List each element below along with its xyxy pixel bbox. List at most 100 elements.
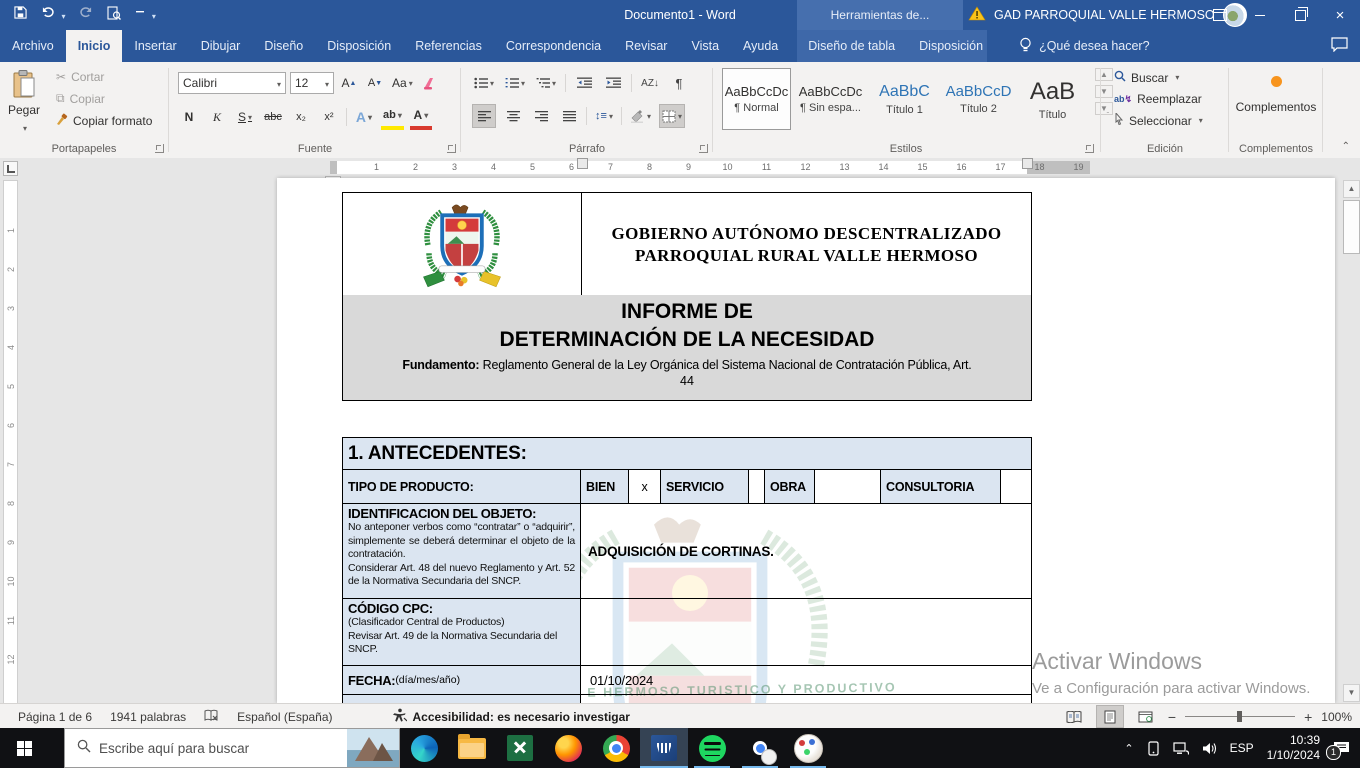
bold-button[interactable]: N: [178, 106, 200, 128]
strikethrough-button[interactable]: abc: [262, 106, 284, 128]
tipo-val-consultoria[interactable]: [1001, 470, 1031, 503]
minimize-button[interactable]: [1240, 0, 1280, 30]
taskbar-search-box[interactable]: Escribe aquí para buscar: [64, 728, 400, 768]
tab-stop-marker[interactable]: [577, 158, 588, 169]
ribbon-display-options-icon[interactable]: [1200, 0, 1240, 30]
vertical-ruler[interactable]: 123456789101112: [3, 180, 18, 703]
clear-format-icon[interactable]: [419, 72, 441, 94]
fecha-value-cell[interactable]: 01/10/2024: [581, 666, 1031, 694]
find-button[interactable]: Buscar: [1114, 70, 1203, 85]
customize-qat-icon[interactable]: [135, 6, 155, 24]
comments-icon[interactable]: [1331, 37, 1348, 55]
taskbar-chrome-profile[interactable]: [736, 728, 784, 768]
style-titulo[interactable]: AaB Título: [1018, 68, 1087, 130]
tab-ayuda[interactable]: Ayuda: [731, 30, 790, 62]
tab-vista[interactable]: Vista: [679, 30, 731, 62]
language-indicator[interactable]: Español (España): [237, 710, 332, 724]
print-layout-icon[interactable]: [1096, 705, 1124, 728]
style-titulo-1[interactable]: AaBbC Título 1: [870, 68, 939, 130]
close-button[interactable]: ×: [1320, 0, 1360, 30]
device-icon[interactable]: [1147, 741, 1160, 756]
tab-insertar[interactable]: Insertar: [122, 30, 188, 62]
taskbar-excel[interactable]: [496, 728, 544, 768]
grow-font-button[interactable]: A▲: [338, 72, 360, 94]
paragraph-dialog-launcher[interactable]: [699, 144, 708, 153]
language-switcher[interactable]: ESP: [1230, 741, 1254, 755]
tab-referencias[interactable]: Referencias: [403, 30, 494, 62]
notification-center-icon[interactable]: 1: [1333, 741, 1350, 756]
paste-button[interactable]: Pegar: [8, 62, 40, 134]
tab-correspondencia[interactable]: Correspondencia: [494, 30, 613, 62]
search-highlight-image[interactable]: [347, 729, 399, 767]
style-normal[interactable]: AaBbCcDc ¶ Normal: [722, 68, 791, 130]
accessibility-status[interactable]: Accesibilidad: es necesario investigar: [413, 710, 630, 724]
zoom-slider-thumb[interactable]: [1237, 711, 1242, 722]
taskbar-spotify[interactable]: [688, 728, 736, 768]
borders-icon[interactable]: [659, 104, 685, 128]
tab-disposicion-tabla[interactable]: Disposición: [907, 30, 995, 62]
shading-icon[interactable]: [628, 105, 653, 127]
scroll-down-button[interactable]: ▼: [1343, 684, 1360, 702]
replace-button[interactable]: ab↯ Reemplazar: [1114, 92, 1203, 106]
taskbar-chrome[interactable]: [592, 728, 640, 768]
undo-icon[interactable]: [41, 6, 65, 24]
tab-archivo[interactable]: Archivo: [0, 30, 66, 62]
decrease-indent-icon[interactable]: [573, 72, 595, 94]
align-left-button[interactable]: [472, 104, 496, 128]
document-page[interactable]: E HERMOSO TURISTICO Y PRODUCTIVO: [277, 178, 1335, 703]
tab-selector[interactable]: [3, 161, 18, 176]
justify-button[interactable]: [558, 105, 580, 127]
style-titulo-2[interactable]: AaBbCcD Título 2: [944, 68, 1013, 130]
subscript-button[interactable]: x₂: [290, 106, 312, 128]
collapse-ribbon-icon[interactable]: ⌃: [1342, 141, 1350, 152]
save-icon[interactable]: [14, 6, 27, 24]
font-name-combo[interactable]: Calibri: [178, 72, 286, 94]
multilevel-list-icon[interactable]: [534, 72, 558, 94]
addins-button[interactable]: Complementos: [1230, 68, 1322, 114]
start-button[interactable]: [0, 728, 48, 768]
tab-revisar[interactable]: Revisar: [613, 30, 679, 62]
tipo-val-obra[interactable]: [815, 470, 881, 503]
style-sin-espaciado[interactable]: AaBbCcDc ¶ Sin espa...: [796, 68, 865, 130]
text-effects-button[interactable]: A: [353, 106, 375, 128]
restore-button[interactable]: [1280, 0, 1320, 30]
tell-me-box[interactable]: ¿Qué desea hacer?: [1009, 30, 1160, 62]
horizontal-ruler[interactable]: 12345678910111213141516171819: [330, 161, 1090, 174]
scrollbar-thumb[interactable]: [1343, 200, 1360, 254]
tab-diseno-de-tabla[interactable]: Diseño de tabla: [796, 30, 907, 62]
change-case-button[interactable]: Aa: [390, 72, 415, 94]
align-center-button[interactable]: [502, 105, 524, 127]
taskbar-word[interactable]: [640, 728, 688, 768]
scroll-up-button[interactable]: ▲: [1343, 180, 1360, 198]
shrink-font-button[interactable]: A▼: [364, 72, 386, 94]
tipo-val-bien[interactable]: x: [629, 470, 661, 503]
web-layout-icon[interactable]: [1133, 706, 1159, 727]
format-painter-button[interactable]: Copiar formato: [56, 113, 152, 128]
clipboard-dialog-launcher[interactable]: [155, 144, 164, 153]
read-mode-icon[interactable]: [1061, 706, 1087, 727]
tab-disposicion[interactable]: Disposición: [315, 30, 403, 62]
print-preview-icon[interactable]: [107, 6, 121, 25]
tipo-val-servicio[interactable]: [749, 470, 765, 503]
bullet-list-icon[interactable]: [472, 72, 496, 94]
taskbar-paint[interactable]: [784, 728, 832, 768]
styles-dialog-launcher[interactable]: [1085, 144, 1094, 153]
pilcrow-icon[interactable]: ¶: [668, 72, 690, 94]
sort-icon[interactable]: AZ↓: [639, 72, 661, 94]
underline-button[interactable]: S: [234, 106, 256, 128]
increase-indent-icon[interactable]: [602, 72, 624, 94]
tab-dibujar[interactable]: Dibujar: [189, 30, 253, 62]
cpc-value-cell[interactable]: [581, 599, 1031, 665]
proofing-icon[interactable]: [204, 709, 219, 725]
identificacion-value-cell[interactable]: ADQUISICIÓN DE CORTINAS.: [581, 504, 1031, 598]
taskbar-edge[interactable]: [400, 728, 448, 768]
page-indicator[interactable]: Página 1 de 6: [18, 710, 92, 724]
right-indent-marker[interactable]: [1022, 158, 1033, 169]
tab-diseno[interactable]: Diseño: [252, 30, 315, 62]
tab-inicio[interactable]: Inicio: [66, 30, 123, 62]
align-right-button[interactable]: [530, 105, 552, 127]
zoom-in-button[interactable]: +: [1304, 709, 1312, 725]
word-count[interactable]: 1941 palabras: [110, 710, 186, 724]
numbered-list-icon[interactable]: [503, 72, 527, 94]
highlight-button[interactable]: ab: [381, 104, 404, 130]
